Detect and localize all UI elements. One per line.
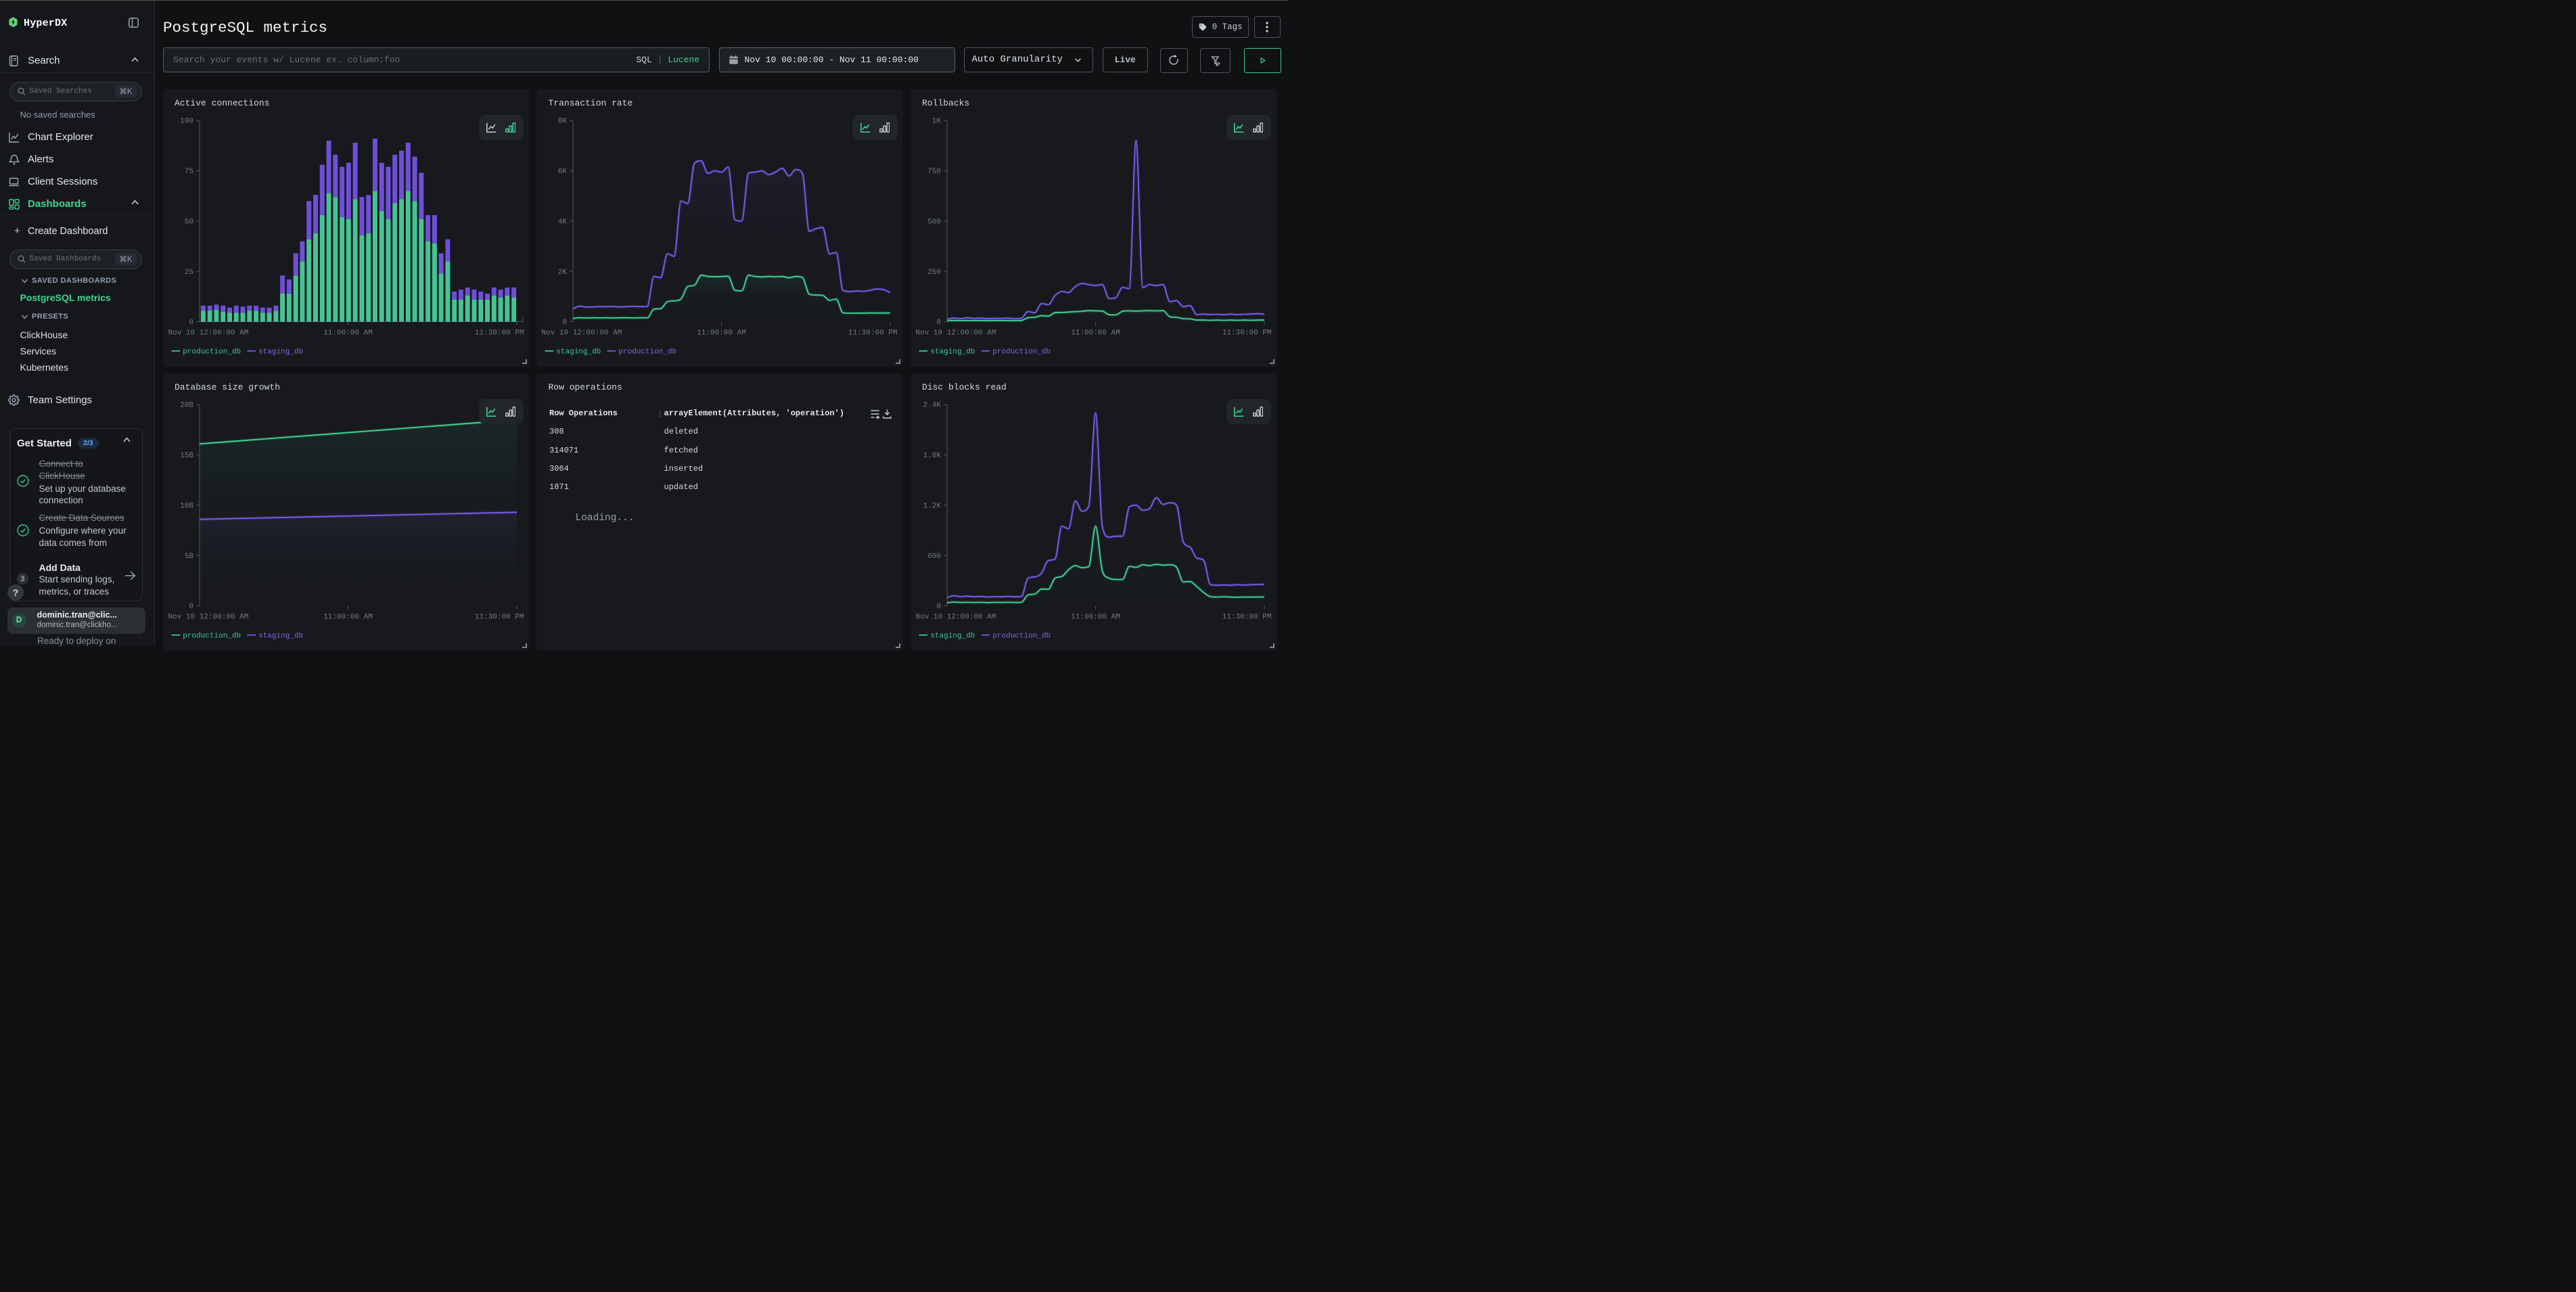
svg-text:11:00:00 AM: 11:00:00 AM (1071, 329, 1120, 338)
svg-text:Nov 10 12:00:00 AM: Nov 10 12:00:00 AM (542, 329, 622, 338)
svg-text:staging_dbproduction_db: staging_dbproduction_db (556, 348, 676, 356)
svg-text:0: 0 (936, 319, 941, 327)
svg-text:staging_dbproduction_db: staging_dbproduction_db (930, 348, 1051, 356)
svg-text:250: 250 (927, 269, 941, 277)
svg-text:10B: 10B (180, 502, 193, 510)
svg-text:1.2K: 1.2K (923, 502, 941, 510)
svg-text:600: 600 (927, 553, 941, 561)
svg-text:11:30:00 PM: 11:30:00 PM (474, 614, 524, 622)
svg-text:staging_dbproduction_db: staging_dbproduction_db (930, 632, 1051, 641)
svg-text:75: 75 (184, 168, 193, 176)
svg-text:11:30:00 PM: 11:30:00 PM (848, 329, 898, 338)
svg-text:Nov 10 12:00:00 AM: Nov 10 12:00:00 AM (168, 329, 248, 338)
svg-text:15B: 15B (180, 452, 193, 460)
svg-text:0: 0 (936, 603, 941, 611)
svg-text:2K: 2K (558, 269, 568, 277)
svg-text:Nov 10 12:00:00 AM: Nov 10 12:00:00 AM (168, 614, 248, 622)
svg-text:11:30:00 PM: 11:30:00 PM (474, 329, 524, 338)
svg-text:production_dbstaging_db: production_dbstaging_db (183, 632, 303, 641)
svg-text:11:00:00 AM: 11:00:00 AM (323, 614, 373, 622)
svg-text:4K: 4K (558, 218, 568, 226)
svg-text:750: 750 (927, 168, 941, 176)
svg-text:11:00:00 AM: 11:00:00 AM (1071, 614, 1120, 622)
svg-text:100: 100 (180, 118, 193, 126)
svg-text:11:30:00 PM: 11:30:00 PM (1222, 329, 1271, 338)
svg-text:5B: 5B (184, 553, 193, 561)
svg-text:1K: 1K (932, 118, 941, 126)
svg-text:production_dbstaging_db: production_dbstaging_db (183, 348, 303, 356)
svg-text:Nov 10 12:00:00 AM: Nov 10 12:00:00 AM (915, 614, 996, 622)
svg-text:0: 0 (562, 319, 567, 327)
svg-text:0: 0 (189, 603, 193, 611)
svg-text:500: 500 (927, 218, 941, 226)
svg-text:Nov 10 12:00:00 AM: Nov 10 12:00:00 AM (915, 329, 996, 338)
svg-text:25: 25 (184, 269, 193, 277)
svg-text:0: 0 (189, 319, 193, 327)
svg-text:8K: 8K (558, 118, 568, 126)
svg-text:2.4K: 2.4K (923, 402, 941, 410)
svg-text:1.8K: 1.8K (923, 452, 941, 460)
svg-text:6K: 6K (558, 168, 568, 176)
svg-text:11:30:00 PM: 11:30:00 PM (1222, 614, 1271, 622)
svg-text:50: 50 (184, 218, 193, 226)
svg-text:20B: 20B (180, 402, 193, 410)
svg-text:11:00:00 AM: 11:00:00 AM (323, 329, 373, 338)
svg-text:11:00:00 AM: 11:00:00 AM (697, 329, 746, 338)
